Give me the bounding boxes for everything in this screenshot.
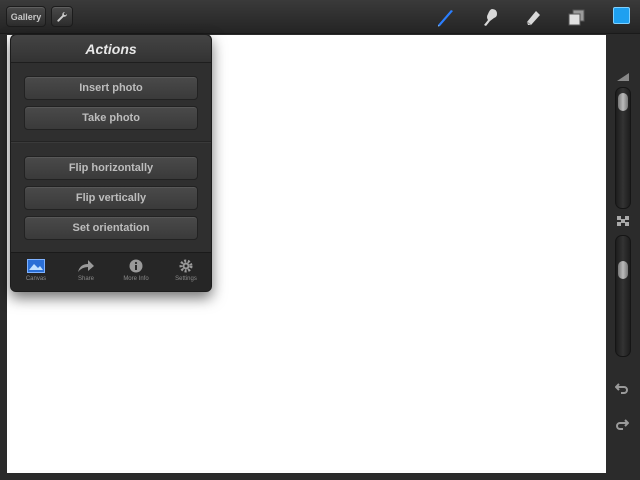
smudge-icon	[484, 9, 497, 26]
tab-more-info[interactable]: More Info	[111, 253, 161, 291]
wrench-icon	[57, 11, 68, 22]
popover-tab-bar: Canvas Share More Info Settings	[11, 252, 211, 291]
tab-share[interactable]: Share	[61, 253, 111, 291]
layers-button[interactable]	[565, 6, 587, 28]
actions-button[interactable]	[51, 6, 73, 27]
tab-more-info-label: More Info	[123, 276, 149, 282]
gear-icon	[179, 259, 193, 273]
gallery-button[interactable]: Gallery	[6, 6, 46, 27]
canvas-icon	[27, 259, 45, 273]
brush-size-slider-thumb[interactable]	[618, 93, 628, 111]
take-photo-button[interactable]: Take photo	[24, 106, 198, 130]
flip-vertically-button[interactable]: Flip vertically	[24, 186, 198, 210]
info-icon	[129, 259, 143, 273]
tab-settings[interactable]: Settings	[161, 253, 211, 291]
smudge-tool-button[interactable]	[479, 6, 501, 28]
opacity-slider-thumb[interactable]	[618, 261, 628, 279]
right-sidebar	[610, 35, 640, 480]
tab-canvas[interactable]: Canvas	[11, 253, 61, 291]
brush-icon	[438, 10, 453, 27]
tab-settings-label: Settings	[175, 276, 197, 282]
popover-title: Actions	[11, 35, 211, 63]
layers-icon	[568, 9, 585, 26]
eraser-tool-button[interactable]	[522, 6, 544, 28]
tab-share-label: Share	[77, 276, 94, 282]
opacity-slider[interactable]	[615, 235, 631, 357]
flip-horizontally-button[interactable]: Flip horizontally	[24, 156, 198, 180]
size-indicator-icon	[617, 73, 629, 81]
insert-photo-button[interactable]: Insert photo	[24, 76, 198, 100]
popover-divider	[11, 141, 211, 143]
brush-tool-button[interactable]	[434, 6, 456, 28]
color-swatch-button[interactable]	[613, 7, 630, 24]
top-toolbar: Gallery	[0, 0, 640, 34]
opacity-icon	[617, 216, 629, 226]
tab-canvas-label: Canvas	[25, 276, 47, 282]
redo-icon[interactable]	[615, 417, 629, 431]
actions-popover: Actions Insert photo Take photo Flip hor…	[10, 34, 212, 292]
eraser-icon	[526, 11, 540, 26]
brush-size-slider[interactable]	[615, 87, 631, 209]
undo-icon[interactable]	[615, 381, 629, 395]
share-icon	[78, 260, 94, 272]
set-orientation-button[interactable]: Set orientation	[24, 216, 198, 240]
